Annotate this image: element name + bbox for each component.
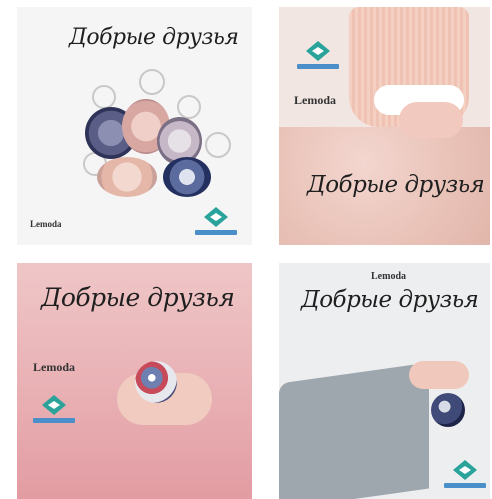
photo-tile-girl-skirt: Lemoda Добрые друзья (279, 7, 490, 245)
heart-hands-icon (42, 395, 66, 415)
keyring (205, 132, 231, 158)
keychain-figure (135, 361, 177, 403)
logo-caption-bar (195, 230, 237, 235)
keychain-figure (97, 157, 157, 197)
brand-label: Lemoda (30, 219, 62, 229)
logo-caption-bar (33, 418, 75, 423)
keyring (139, 69, 165, 95)
charity-logo (193, 205, 239, 235)
brand-label: Lemoda (294, 93, 336, 107)
heart-hands-icon (453, 460, 477, 480)
heart-hands-icon (204, 207, 228, 227)
keyring (177, 95, 201, 119)
tile-title-script: Добрые друзья (41, 283, 235, 312)
grey-handbag (279, 362, 429, 499)
tile-title-script: Добрые друзья (307, 172, 485, 198)
photo-tile-handbag: Lemoda Добрые друзья (279, 263, 490, 499)
hands-with-keychain (399, 102, 463, 138)
keyring (92, 85, 116, 109)
hand (409, 361, 469, 389)
heart-hands-icon (306, 41, 330, 61)
photo-tile-keychains: Добрые друзья Lemoda (17, 7, 252, 245)
tile-title-script: Добрые друзья (69, 25, 239, 50)
charity-logo (31, 393, 77, 423)
logo-caption-bar (297, 64, 339, 69)
photo-tile-pink-sweater: Добрые друзья Lemoda (17, 263, 252, 499)
brand-label: Lemoda (371, 271, 406, 282)
keychain-figure (431, 393, 465, 427)
keychain-figure (163, 157, 211, 197)
logo-caption-bar (444, 483, 486, 488)
tile-title-script: Добрые друзья (301, 287, 479, 313)
brand-label: Lemoda (33, 360, 75, 374)
charity-logo (295, 39, 341, 69)
charity-logo (442, 458, 488, 488)
